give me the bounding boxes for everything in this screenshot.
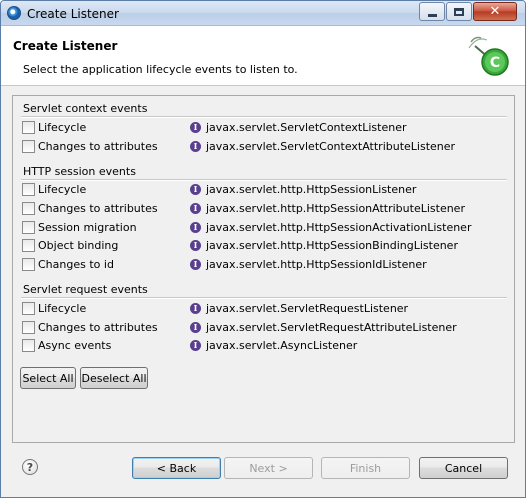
interface-icon: I	[190, 340, 201, 351]
minimize-icon	[427, 13, 437, 17]
group-title-http-session: HTTP session events	[23, 165, 136, 178]
maximize-button[interactable]	[446, 2, 472, 21]
close-button[interactable]: ✕	[473, 2, 517, 21]
interface-icon: I	[190, 222, 201, 233]
listener-events-panel: Servlet context events Lifecycle I javax…	[12, 95, 515, 443]
wizard-banner: Create Listener Select the application l…	[1, 26, 525, 86]
create-listener-wizard-icon: C	[468, 36, 509, 76]
interface-name: javax.servlet.ServletRequestListener	[206, 302, 409, 315]
group-title-servlet-request: Servlet request events	[23, 283, 148, 296]
minimize-button[interactable]	[419, 2, 445, 21]
interface-name: javax.servlet.ServletContextListener	[206, 121, 407, 134]
event-row-session-id[interactable]: Changes to id I javax.servlet.http.HttpS…	[21, 256, 511, 274]
title-bar[interactable]: Create Listener ✕	[1, 1, 525, 26]
create-listener-dialog: Create Listener ✕ Create Listener Select…	[0, 0, 526, 498]
window-title: Create Listener	[27, 7, 119, 21]
interface-icon: I	[190, 303, 201, 314]
group-separator	[21, 297, 507, 299]
checkbox[interactable]	[22, 183, 35, 196]
checkbox-label[interactable]: Lifecycle	[38, 302, 86, 315]
checkbox[interactable]	[22, 258, 35, 271]
checkbox[interactable]	[22, 321, 35, 334]
checkbox-label[interactable]: Changes to attributes	[38, 140, 158, 153]
interface-icon: I	[190, 184, 201, 195]
interface-icon: I	[190, 259, 201, 270]
interface-name: javax.servlet.http.HttpSessionIdListener	[206, 258, 427, 271]
svg-text:C: C	[490, 55, 500, 71]
checkbox-label[interactable]: Object binding	[38, 239, 118, 252]
event-row-session-lifecycle[interactable]: Lifecycle I javax.servlet.http.HttpSessi…	[21, 181, 511, 199]
interface-name: javax.servlet.ServletContextAttributeLis…	[206, 140, 456, 153]
interface-name: javax.servlet.http.HttpSessionListener	[206, 183, 417, 196]
checkbox-label[interactable]: Changes to attributes	[38, 321, 158, 334]
checkbox[interactable]	[22, 302, 35, 315]
event-row-context-attributes[interactable]: Changes to attributes I javax.servlet.Se…	[21, 138, 511, 156]
checkbox-label[interactable]: Async events	[38, 339, 111, 352]
cancel-button[interactable]: Cancel	[419, 457, 508, 479]
checkbox[interactable]	[22, 140, 35, 153]
interface-name: javax.servlet.ServletRequestAttributeLis…	[206, 321, 457, 334]
interface-icon: I	[190, 203, 201, 214]
event-row-request-attributes[interactable]: Changes to attributes I javax.servlet.Se…	[21, 319, 511, 337]
event-row-context-lifecycle[interactable]: Lifecycle I javax.servlet.ServletContext…	[21, 119, 511, 137]
checkbox[interactable]	[22, 239, 35, 252]
interface-name: javax.servlet.http.HttpSessionActivation…	[206, 221, 472, 234]
group-separator	[21, 116, 507, 118]
finish-button[interactable]: Finish	[321, 457, 410, 479]
checkbox-label[interactable]: Changes to id	[38, 258, 114, 271]
checkbox[interactable]	[22, 221, 35, 234]
interface-icon: I	[190, 122, 201, 133]
checkbox-label[interactable]: Lifecycle	[38, 183, 86, 196]
maximize-icon	[454, 7, 464, 16]
event-row-object-binding[interactable]: Object binding I javax.servlet.http.Http…	[21, 237, 511, 255]
interface-icon: I	[190, 240, 201, 251]
back-button[interactable]: < Back	[132, 457, 221, 479]
select-all-button[interactable]: Select All	[20, 367, 76, 389]
event-row-async-events[interactable]: Async events I javax.servlet.AsyncListen…	[21, 337, 511, 355]
event-row-request-lifecycle[interactable]: Lifecycle I javax.servlet.ServletRequest…	[21, 300, 511, 318]
interface-icon: I	[190, 141, 201, 152]
help-icon[interactable]: ?	[22, 459, 38, 475]
close-icon: ✕	[489, 4, 501, 19]
eclipse-app-icon	[7, 6, 21, 20]
interface-name: javax.servlet.AsyncListener	[206, 339, 358, 352]
checkbox[interactable]	[22, 339, 35, 352]
interface-icon: I	[190, 322, 201, 333]
banner-title: Create Listener	[13, 39, 118, 53]
interface-name: javax.servlet.http.HttpSessionBindingLis…	[206, 239, 458, 252]
event-row-session-attributes[interactable]: Changes to attributes I javax.servlet.ht…	[21, 200, 511, 218]
checkbox-label[interactable]: Changes to attributes	[38, 202, 158, 215]
checkbox[interactable]	[22, 202, 35, 215]
checkbox-label[interactable]: Session migration	[38, 221, 137, 234]
next-button[interactable]: Next >	[224, 457, 313, 479]
event-row-session-migration[interactable]: Session migration I javax.servlet.http.H…	[21, 219, 511, 237]
group-title-servlet-context: Servlet context events	[23, 102, 148, 115]
checkbox-label[interactable]: Lifecycle	[38, 121, 86, 134]
banner-description: Select the application lifecycle events …	[23, 63, 298, 76]
deselect-all-button[interactable]: Deselect All	[80, 367, 148, 389]
interface-name: javax.servlet.http.HttpSessionAttributeL…	[206, 202, 465, 215]
checkbox[interactable]	[22, 121, 35, 134]
